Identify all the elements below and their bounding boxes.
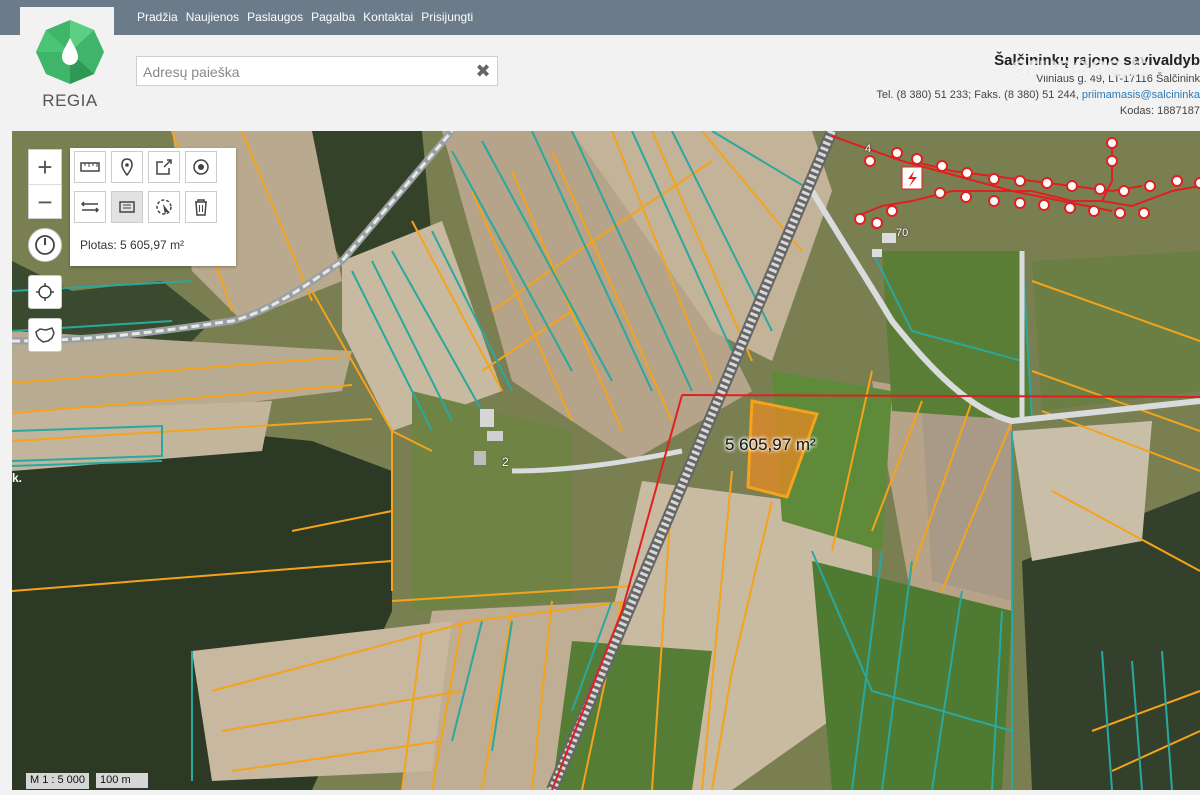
- phone-fax: Tel. (8 380) 51 233; Faks. (8 380) 51 24…: [876, 89, 1082, 101]
- locate-icon: [36, 283, 54, 301]
- parcel-number-label: 70: [896, 227, 909, 239]
- measurement-label: 5 605,97 m²: [725, 435, 816, 454]
- nav-link-prisijungti[interactable]: Prisijungti: [421, 10, 473, 24]
- zoom-in-button[interactable]: +: [29, 150, 61, 185]
- target-icon: [193, 159, 209, 175]
- nav-link-paslaugos[interactable]: Paslaugos: [247, 10, 303, 24]
- export-icon: [156, 159, 172, 175]
- nav-links: Pradžia Naujienos Paslaugos Pagalba Kont…: [137, 10, 481, 24]
- address-search: ✖: [136, 56, 498, 87]
- municipality-code: Kodas: 1887187: [1119, 105, 1200, 117]
- zoom-out-button[interactable]: −: [29, 185, 61, 219]
- scale-ratio: M 1 : 5 000: [26, 773, 90, 789]
- logo-text: REGIA: [42, 91, 98, 110]
- locate-button[interactable]: [28, 275, 62, 309]
- nav-link-pradzia[interactable]: Pradžia: [137, 10, 178, 24]
- map-scale: M 1 : 5 000 100 m: [26, 773, 150, 789]
- watermark: aruodas.lt: [1012, 50, 1146, 83]
- regia-logo-icon: [36, 20, 104, 84]
- cursor-area-button[interactable]: [148, 191, 180, 223]
- ruler-button[interactable]: [74, 151, 106, 183]
- measure-tool-panel: Plotas: 5 605,97 m²: [70, 148, 236, 266]
- parcel-number-label: 4: [865, 143, 872, 155]
- export-button[interactable]: [148, 151, 180, 183]
- target-button[interactable]: [185, 151, 217, 183]
- area-icon: [119, 201, 135, 213]
- address-search-input[interactable]: [137, 57, 475, 87]
- marker-icon: [121, 158, 133, 176]
- lithuania-icon: [35, 327, 55, 343]
- nav-link-kontaktai[interactable]: Kontaktai: [363, 10, 413, 24]
- edge-label: k.: [12, 471, 23, 485]
- cursor-area-icon: [156, 199, 172, 215]
- nav-link-naujienos[interactable]: Naujienos: [186, 10, 239, 24]
- map-canvas[interactable]: 2 70 4 k. 5 605,97 m² + − Plotas: 5 605,…: [12, 131, 1200, 790]
- distance-button[interactable]: [74, 191, 106, 223]
- ruler-icon: [80, 162, 100, 172]
- distance-icon: [80, 201, 100, 213]
- parcel-number-label: 2: [502, 455, 509, 469]
- top-navigation: Pradžia Naujienos Paslaugos Pagalba Kont…: [0, 0, 1200, 35]
- area-button[interactable]: [111, 191, 143, 223]
- scale-bar: 100 m: [95, 773, 150, 789]
- lithuania-extent-button[interactable]: [28, 318, 62, 352]
- clear-search-icon[interactable]: ✖: [474, 61, 492, 81]
- marker-button[interactable]: [111, 151, 143, 183]
- delete-button[interactable]: [185, 191, 217, 223]
- zoom-control: + −: [28, 149, 62, 219]
- power-button[interactable]: [28, 228, 62, 262]
- trash-icon: [195, 199, 207, 216]
- municipality-contacts: Tel. (8 380) 51 233; Faks. (8 380) 51 24…: [876, 89, 1200, 101]
- nav-link-pagalba[interactable]: Pagalba: [311, 10, 355, 24]
- area-readout: Plotas: 5 605,97 m²: [80, 238, 185, 252]
- regia-logo[interactable]: REGIA: [32, 18, 108, 118]
- email-link[interactable]: priimamasis@salcininka: [1082, 89, 1200, 101]
- power-icon: [35, 235, 55, 255]
